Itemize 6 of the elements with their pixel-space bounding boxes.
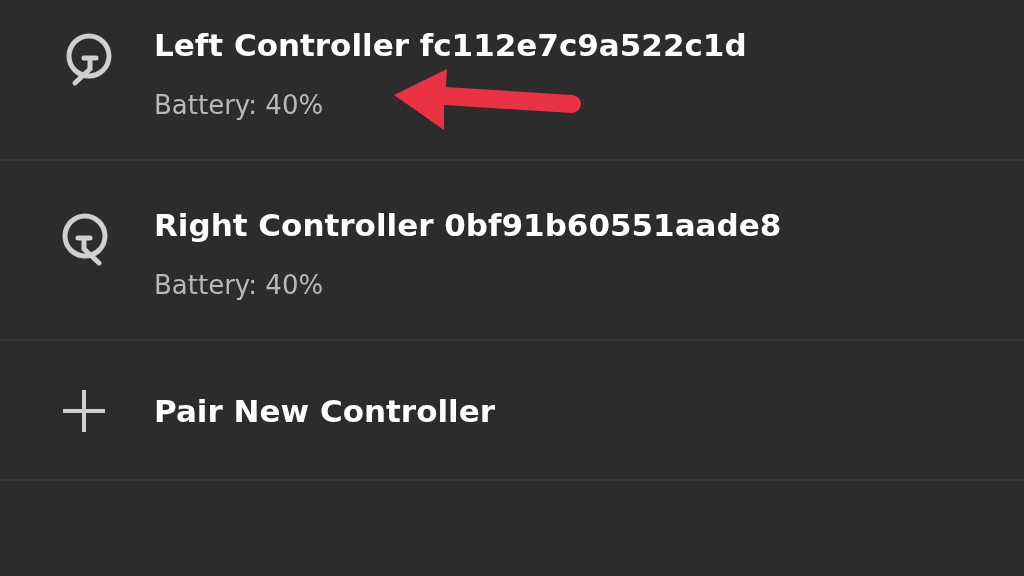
controller-name: Right Controller 0bf91b60551aade8 xyxy=(154,206,782,245)
battery-level: Battery: 40% xyxy=(154,269,324,302)
battery-level: Battery: 40% xyxy=(154,89,324,122)
controller-name: Left Controller fc112e7c9a522c1d xyxy=(154,26,747,65)
pair-controller-button[interactable]: Pair New Controller xyxy=(0,388,495,434)
plus-icon xyxy=(61,388,107,434)
